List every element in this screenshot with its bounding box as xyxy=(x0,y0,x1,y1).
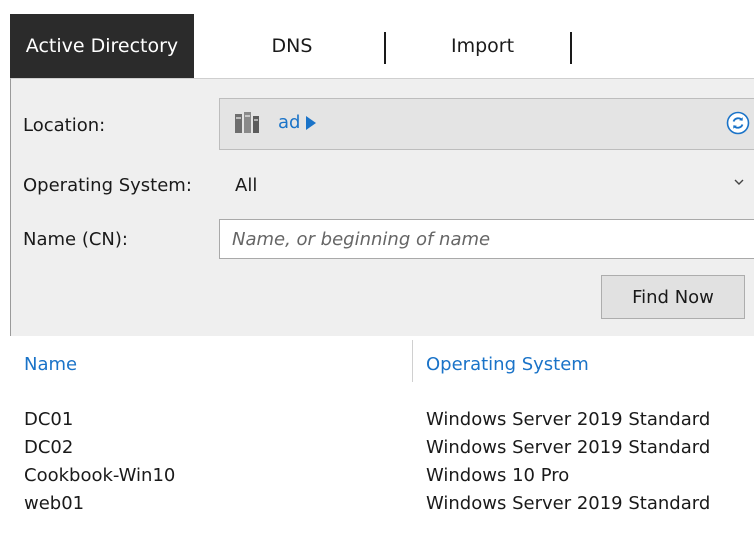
tab-label: DNS xyxy=(271,35,313,57)
name-input[interactable] xyxy=(219,219,754,259)
tab-import[interactable]: Import xyxy=(400,14,565,78)
column-header-os[interactable]: Operating System xyxy=(426,354,589,375)
find-now-button[interactable]: Find Now xyxy=(601,275,745,319)
tab-separator xyxy=(384,32,386,64)
tab-label: Active Directory xyxy=(25,35,179,57)
os-dropdown[interactable]: All xyxy=(219,167,754,207)
column-header-name[interactable]: Name xyxy=(24,354,77,375)
computer-os: Windows Server 2019 Standard xyxy=(426,409,711,430)
chevron-down-icon xyxy=(734,179,744,185)
tab-label: Import xyxy=(450,35,515,57)
computer-name: DC02 xyxy=(24,437,74,458)
table-row[interactable]: DC02 Windows Server 2019 Standard xyxy=(10,434,754,462)
table-row[interactable]: DC01 Windows Server 2019 Standard xyxy=(10,406,754,434)
computer-os: Windows 10 Pro xyxy=(426,465,570,486)
computer-name: DC01 xyxy=(24,409,74,430)
computer-name: Cookbook-Win10 xyxy=(24,465,176,486)
os-selected-value: All xyxy=(235,175,258,196)
location-picker[interactable]: ad xyxy=(219,98,754,150)
column-divider[interactable] xyxy=(412,340,413,382)
tab-strip: Active Directory DNS Import xyxy=(0,0,754,78)
results-list: Name Operating System DC01 Windows Serve… xyxy=(10,336,754,537)
refresh-icon[interactable] xyxy=(726,111,750,135)
server-icon xyxy=(235,112,259,133)
computer-os: Windows Server 2019 Standard xyxy=(426,437,711,458)
tab-active-directory[interactable]: Active Directory xyxy=(10,14,194,78)
os-label: Operating System: xyxy=(23,175,192,196)
tab-separator xyxy=(570,32,572,64)
location-value[interactable]: ad xyxy=(278,112,300,133)
search-panel: Location: ad Operating System: All Name … xyxy=(10,78,754,336)
computer-name: web01 xyxy=(24,493,85,514)
triangle-right-icon[interactable] xyxy=(306,116,316,130)
name-label: Name (CN): xyxy=(23,229,128,250)
ad-computer-picker: Active Directory DNS Import Location: ad xyxy=(0,0,754,537)
tab-dns[interactable]: DNS xyxy=(232,14,352,78)
table-row[interactable]: Cookbook-Win10 Windows 10 Pro xyxy=(10,462,754,490)
location-label: Location: xyxy=(23,115,106,136)
table-row[interactable]: web01 Windows Server 2019 Standard xyxy=(10,490,754,518)
computer-os: Windows Server 2019 Standard xyxy=(426,493,711,514)
